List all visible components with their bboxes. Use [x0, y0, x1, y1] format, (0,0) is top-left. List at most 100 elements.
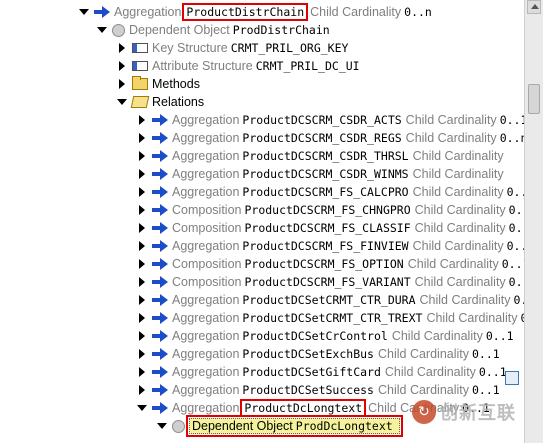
node-kind: Aggregation — [172, 149, 240, 163]
expanded-node-icon[interactable] — [136, 402, 148, 414]
collapsed-node-icon[interactable] — [136, 132, 148, 144]
circle-icon — [112, 23, 125, 37]
node-text[interactable]: Aggregation ProductDistrChain Child Cardin… — [114, 3, 432, 21]
collapsed-node-icon[interactable] — [136, 366, 148, 378]
arrow-icon — [152, 330, 168, 342]
collapsed-node-icon[interactable] — [136, 222, 148, 234]
folder-label: Methods — [152, 77, 200, 91]
arrow-icon — [152, 276, 168, 288]
node-text[interactable]: Aggregation ProductDCSCRM_FS_CALCPRO Child… — [172, 185, 534, 199]
expanded-node-icon[interactable] — [78, 6, 90, 18]
cardinality-value: 0..1 — [472, 383, 500, 397]
tree-row[interactable]: Aggregation ProductDCSetSuccess Child Card… — [136, 381, 500, 399]
cardinality-label: Child Cardinality — [405, 131, 497, 145]
side-toolbar-icon[interactable] — [505, 371, 519, 385]
collapsed-node-icon[interactable] — [136, 114, 148, 126]
collapsed-node-icon[interactable] — [136, 348, 148, 360]
tree-row[interactable]: Methods — [116, 75, 203, 93]
tree-row[interactable]: Attribute Structure CRMT_PRIL_DC_UI — [116, 57, 364, 75]
node-text[interactable]: Aggregation ProductDCSetExchBus Child Card… — [172, 347, 500, 361]
collapsed-node-icon[interactable] — [116, 78, 128, 90]
tree-row[interactable]: Composition ProductDCSCRM_FS_CHNGPRO Child… — [136, 201, 536, 219]
node-text[interactable]: Composition ProductDCSCRM_FS_CHNGPRO Child… — [172, 203, 536, 217]
collapsed-node-icon[interactable] — [116, 60, 128, 72]
node-name: ProductDCSetCRMT_CTR_TREXT — [242, 311, 423, 325]
expanded-node-icon[interactable] — [116, 96, 128, 108]
tree-row[interactable]: Aggregation ProductDCSCRM_CSDR_REGS Child … — [136, 129, 527, 147]
node-text[interactable]: Aggregation ProductDCSetCRMT_CTR_DURA Chil… — [172, 293, 527, 307]
node-text[interactable]: Dependent Object ProdDistrChain — [129, 23, 334, 37]
tree-row[interactable]: Dependent Object ProdDistrChain — [96, 21, 334, 39]
tree-row[interactable]: Aggregation ProductDCSCRM_CSDR_ACTS Child … — [136, 111, 527, 129]
tree-row[interactable]: Aggregation ProductDCSCRM_CSDR_WINMS Child… — [136, 165, 507, 183]
tree-row[interactable]: Aggregation ProductDCSetCRMT_CTR_DURA Chil… — [136, 291, 527, 309]
tree-row[interactable]: Dependent Object ProdDcLongtext — [156, 415, 403, 437]
expanded-node-icon[interactable] — [96, 24, 108, 36]
collapsed-node-icon[interactable] — [136, 294, 148, 306]
collapsed-node-icon[interactable] — [136, 276, 148, 288]
tree-row[interactable]: Aggregation ProductDCSetCrControl Child Ca… — [136, 327, 514, 345]
cardinality-label: Child Cardinality — [414, 203, 506, 217]
scroll-thumb[interactable] — [528, 84, 540, 114]
collapsed-node-icon[interactable] — [116, 42, 128, 54]
folder-open-icon — [130, 96, 150, 108]
tree-row[interactable]: Composition ProductDCSCRM_FS_OPTION Child … — [136, 255, 529, 273]
folder-icon — [132, 76, 148, 90]
node-kind: Composition — [172, 203, 242, 217]
node-name: CRMT_PRIL_DC_UI — [255, 59, 360, 73]
node-name: ProductDCSCRM_CSDR_WINMS — [242, 167, 409, 181]
node-kind: Aggregation — [172, 113, 240, 127]
node-text[interactable]: Aggregation ProductDCSCRM_FS_FINVIEW Child… — [172, 239, 534, 253]
tree-row[interactable]: Aggregation ProductDCSCRM_CSDR_THRSL Child… — [136, 147, 507, 165]
arrow-icon — [152, 366, 168, 378]
node-text[interactable]: Methods — [152, 77, 203, 91]
tree-row[interactable]: Composition ProductDCSCRM_FS_VARIANT Child… — [136, 273, 536, 291]
collapsed-node-icon[interactable] — [136, 186, 148, 198]
node-text[interactable]: Aggregation ProductDCSetSuccess Child Card… — [172, 383, 500, 397]
node-text[interactable]: Aggregation ProductDCSetGiftCard Child Car… — [172, 365, 507, 379]
collapsed-node-icon[interactable] — [136, 240, 148, 252]
scroll-up-arrow-icon[interactable] — [527, 0, 541, 14]
node-kind: Composition — [172, 257, 242, 271]
node-text[interactable]: Composition ProductDCSCRM_FS_VARIANT Child… — [172, 275, 536, 289]
tree-row[interactable]: Aggregation ProductDistrChain Child Cardin… — [78, 3, 432, 21]
node-text[interactable]: Composition ProductDCSCRM_FS_OPTION Child … — [172, 257, 529, 271]
node-text[interactable]: Aggregation ProductDCSCRM_CSDR_THRSL Child… — [172, 149, 507, 163]
cardinality-label: Child Cardinality — [419, 293, 511, 307]
node-kind: Aggregation — [172, 293, 240, 307]
tree-row[interactable]: Aggregation ProductDCSCRM_FS_CALCPRO Child… — [136, 183, 534, 201]
vertical-scrollbar[interactable] — [524, 0, 543, 443]
collapsed-node-icon[interactable] — [136, 384, 148, 396]
node-text[interactable]: Key Structure CRMT_PRIL_ORG_KEY — [152, 41, 352, 55]
collapsed-node-icon[interactable] — [136, 258, 148, 270]
tree-row[interactable]: Aggregation ProductDCSCRM_FS_FINVIEW Child… — [136, 237, 534, 255]
folder-label: Relations — [152, 95, 205, 109]
node-text[interactable]: Aggregation ProductDCSCRM_CSDR_REGS Child … — [172, 131, 527, 145]
collapsed-node-icon[interactable] — [136, 312, 148, 324]
tree-row[interactable]: Key Structure CRMT_PRIL_ORG_KEY — [116, 39, 352, 57]
tree-row[interactable]: Aggregation ProductDCSetCRMT_CTR_TREXT Chi… — [136, 309, 527, 327]
tree-row[interactable]: Composition ProductDCSCRM_FS_CLASSIF Child… — [136, 219, 536, 237]
tree-row[interactable]: Aggregation ProductDCSetGiftCard Child Car… — [136, 363, 507, 381]
node-text[interactable]: Aggregation ProductDCSCRM_CSDR_WINMS Child… — [172, 167, 507, 181]
node-text[interactable]: Aggregation ProductDCSCRM_CSDR_ACTS Child … — [172, 113, 527, 127]
node-text[interactable]: Attribute Structure CRMT_PRIL_DC_UI — [152, 59, 364, 73]
collapsed-node-icon[interactable] — [136, 204, 148, 216]
arrow-icon — [152, 150, 168, 162]
tree-row[interactable]: Relations — [116, 93, 207, 111]
collapsed-node-icon[interactable] — [136, 150, 148, 162]
node-text[interactable]: Aggregation ProductDCSetCRMT_CTR_TREXT Chi… — [172, 311, 527, 325]
node-kind: Aggregation — [172, 239, 240, 253]
node-name: ProductDCSCRM_CSDR_THRSL — [242, 149, 409, 163]
expanded-node-icon[interactable] — [156, 420, 168, 432]
tree-row[interactable]: Aggregation ProductDCSetExchBus Child Card… — [136, 345, 500, 363]
node-kind: Composition — [172, 221, 242, 235]
node-kind: Aggregation — [172, 365, 240, 379]
node-text[interactable]: Relations — [152, 95, 207, 109]
node-text[interactable]: Aggregation ProductDCSetCrControl Child Ca… — [172, 329, 514, 343]
node-name: ProductDCSCRM_FS_CHNGPRO — [244, 203, 411, 217]
collapsed-node-icon[interactable] — [136, 330, 148, 342]
node-text[interactable]: Dependent Object ProdDcLongtext — [186, 415, 403, 437]
collapsed-node-icon[interactable] — [136, 168, 148, 180]
node-text[interactable]: Composition ProductDCSCRM_FS_CLASSIF Child… — [172, 221, 536, 235]
